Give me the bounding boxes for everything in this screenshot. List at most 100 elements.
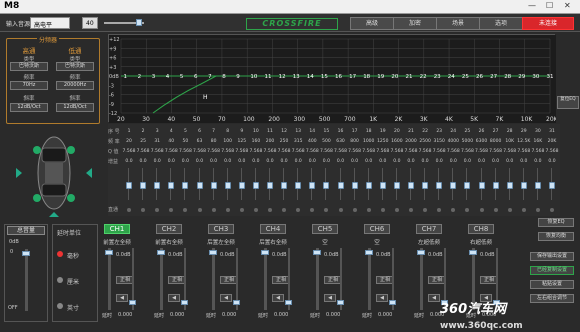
input-source-select[interactable]: 高电平 bbox=[30, 17, 70, 29]
channel-fader-knob[interactable] bbox=[105, 250, 113, 255]
lp-type-select[interactable]: 巴特沃斯 bbox=[56, 62, 94, 71]
eq-point-marker[interactable]: 22 bbox=[420, 74, 427, 80]
band-gain-slider[interactable] bbox=[337, 182, 344, 189]
eq-graph-canvas[interactable]: +12+9+6+30dB-3-6-9-1220 30 40 50 70 100 200 300… bbox=[109, 35, 559, 123]
channel-mute-icon[interactable]: ◀ bbox=[272, 294, 284, 302]
channel-4-button[interactable]: CH4 bbox=[260, 224, 286, 234]
save-output-button[interactable]: 保存输出设置 bbox=[530, 252, 574, 261]
eq-point-marker[interactable]: 15 bbox=[321, 74, 328, 80]
hp-slope-select[interactable]: 12dB/Oct bbox=[10, 103, 48, 112]
eq-point-marker[interactable]: 14 bbox=[307, 74, 314, 80]
band-bypass-button[interactable] bbox=[282, 208, 287, 212]
band-gain-slider[interactable] bbox=[506, 182, 513, 189]
reset-eq-button[interactable]: 恢复EQ bbox=[538, 218, 574, 227]
band-gain-slider[interactable] bbox=[534, 182, 541, 189]
channel-mute-icon[interactable]: ◀ bbox=[324, 294, 336, 302]
band-gain-slider[interactable] bbox=[323, 182, 330, 189]
band-gain-slider[interactable] bbox=[379, 182, 386, 189]
channel-3-button[interactable]: CH3 bbox=[208, 224, 234, 234]
channel-delay-knob[interactable] bbox=[285, 300, 292, 305]
eq-point-marker[interactable]: 16 bbox=[335, 74, 342, 80]
band-gain-slider[interactable] bbox=[422, 182, 429, 189]
eq-point-marker[interactable]: 26 bbox=[476, 74, 483, 80]
delay-ms-radio[interactable] bbox=[57, 251, 63, 257]
channel-mute-icon[interactable]: ◀ bbox=[428, 294, 440, 302]
eq-point-marker[interactable]: 6 bbox=[194, 74, 198, 80]
band-bypass-button[interactable] bbox=[155, 208, 160, 212]
band-bypass-button[interactable] bbox=[141, 208, 146, 212]
band-gain-slider[interactable] bbox=[520, 182, 527, 189]
band-bypass-button[interactable] bbox=[394, 208, 399, 212]
channel-delay-knob[interactable] bbox=[389, 300, 396, 305]
band-bypass-button[interactable] bbox=[211, 208, 216, 212]
band-bypass-button[interactable] bbox=[169, 208, 174, 212]
band-gain-slider[interactable] bbox=[168, 182, 175, 189]
band-bypass-button[interactable] bbox=[493, 208, 498, 212]
channel-5-button[interactable]: CH5 bbox=[312, 224, 338, 234]
delay-cm-radio[interactable] bbox=[57, 277, 63, 283]
band-gain-slider[interactable] bbox=[281, 182, 288, 189]
eq-point-marker[interactable]: 10 bbox=[250, 74, 257, 80]
close-icon[interactable]: ✕ bbox=[564, 1, 571, 10]
channel-fader-knob[interactable] bbox=[365, 250, 373, 255]
hp-freq-field[interactable]: 70Hz bbox=[10, 81, 48, 90]
eq-point-marker[interactable]: 30 bbox=[532, 74, 539, 80]
band-gain-slider[interactable] bbox=[365, 182, 372, 189]
encrypt-button[interactable]: 加密 bbox=[393, 17, 437, 30]
eq-point-marker[interactable]: 8 bbox=[222, 74, 226, 80]
band-gain-slider[interactable] bbox=[140, 182, 147, 189]
eq-point-marker[interactable]: 28 bbox=[504, 74, 511, 80]
lp-slope-select[interactable]: 12dB/Oct bbox=[56, 103, 94, 112]
input-gain-field[interactable]: 40 bbox=[82, 17, 98, 29]
band-bypass-button[interactable] bbox=[451, 208, 456, 212]
minimize-icon[interactable]: — bbox=[528, 1, 536, 10]
band-bypass-button[interactable] bbox=[437, 208, 442, 212]
band-gain-slider[interactable] bbox=[436, 182, 443, 189]
eq-point-marker[interactable]: 13 bbox=[293, 74, 300, 80]
eq-point-marker[interactable]: 2 bbox=[138, 74, 142, 80]
eq-point-marker[interactable]: 23 bbox=[434, 74, 441, 80]
input-gain-knob[interactable] bbox=[136, 19, 142, 26]
band-bypass-button[interactable] bbox=[324, 208, 329, 212]
band-gain-slider[interactable] bbox=[154, 182, 161, 189]
restore-eq-button[interactable]: 恢复均衡 bbox=[538, 232, 574, 241]
reset-eq-graph-button[interactable]: 复位EQ bbox=[557, 96, 579, 109]
advanced-button[interactable]: 高级 bbox=[350, 17, 394, 30]
channel-delay-knob[interactable] bbox=[337, 300, 344, 305]
hp-type-select[interactable]: 巴特沃斯 bbox=[10, 62, 48, 71]
band-gain-slider[interactable] bbox=[393, 182, 400, 189]
channel-fader-knob[interactable] bbox=[209, 250, 217, 255]
eq-point-marker[interactable]: 19 bbox=[377, 74, 384, 80]
delay-in-radio[interactable] bbox=[57, 303, 63, 309]
band-bypass-button[interactable] bbox=[268, 208, 272, 212]
band-gain-slider[interactable] bbox=[238, 182, 245, 189]
band-bypass-button[interactable] bbox=[550, 208, 554, 212]
band-gain-slider[interactable] bbox=[351, 182, 358, 189]
band-bypass-button[interactable] bbox=[409, 208, 413, 212]
channel-fader-knob[interactable] bbox=[469, 250, 477, 255]
eq-point-marker[interactable]: 5 bbox=[180, 74, 184, 80]
band-bypass-button[interactable] bbox=[380, 208, 385, 212]
channel-mute-icon[interactable]: ◀ bbox=[220, 294, 232, 302]
eq-point-marker[interactable]: 9 bbox=[236, 74, 240, 80]
band-bypass-button[interactable] bbox=[310, 208, 315, 212]
eq-point-marker[interactable]: 17 bbox=[349, 74, 356, 80]
channel-delay-knob[interactable] bbox=[129, 300, 136, 305]
band-bypass-button[interactable] bbox=[465, 208, 470, 212]
scene-button[interactable]: 场景 bbox=[436, 17, 480, 30]
options-button[interactable]: 选项 bbox=[479, 17, 523, 30]
band-bypass-button[interactable] bbox=[197, 208, 202, 212]
lp-freq-field[interactable]: 20000Hz bbox=[56, 81, 94, 90]
eq-point-marker[interactable]: 31 bbox=[547, 74, 554, 80]
band-gain-slider[interactable] bbox=[408, 182, 414, 189]
eq-point-marker[interactable]: 24 bbox=[448, 74, 455, 80]
band-gain-slider[interactable] bbox=[309, 182, 316, 189]
eq-point-marker[interactable]: 20 bbox=[391, 74, 398, 80]
channel-2-button[interactable]: CH2 bbox=[156, 224, 182, 234]
eq-point-marker[interactable]: 3 bbox=[152, 74, 156, 80]
eq-point-marker[interactable]: 4 bbox=[166, 74, 170, 80]
band-gain-slider[interactable] bbox=[126, 182, 132, 189]
channel-fader-knob[interactable] bbox=[313, 250, 321, 255]
band-bypass-button[interactable] bbox=[239, 208, 244, 212]
band-gain-slider[interactable] bbox=[182, 182, 189, 189]
